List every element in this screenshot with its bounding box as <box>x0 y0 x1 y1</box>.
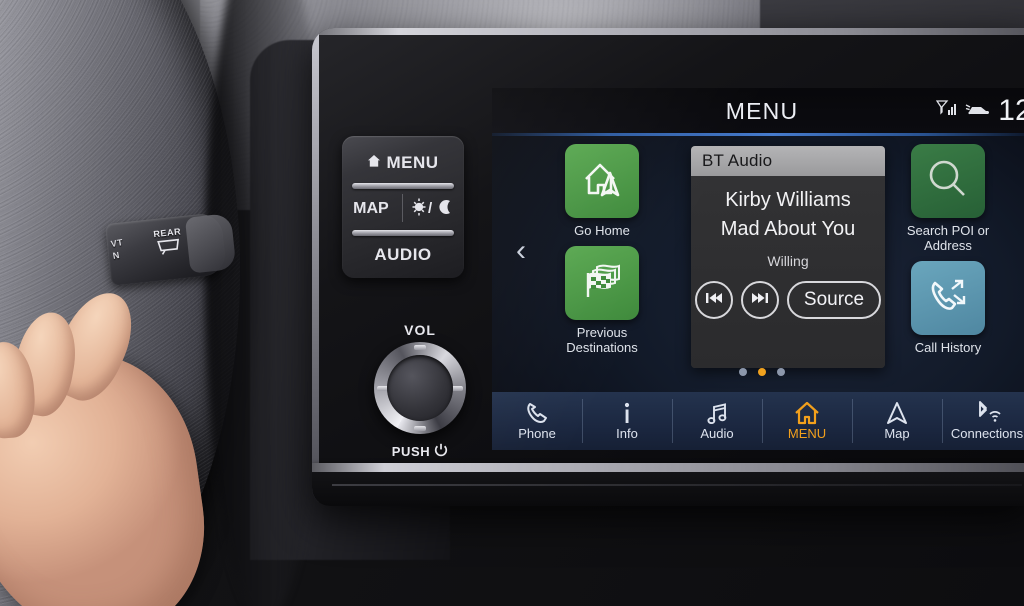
source-button[interactable]: Source <box>786 281 882 319</box>
nav-item-map[interactable]: Map <box>852 392 942 450</box>
media-controls: Source <box>694 281 882 319</box>
search-poi-line2: Address <box>924 238 972 253</box>
nav-label-menu: MENU <box>787 426 827 441</box>
power-push-label-row[interactable]: PUSH <box>370 443 470 460</box>
tile-go-home[interactable]: Go Home <box>550 144 654 238</box>
go-home-tile-surface <box>565 144 639 218</box>
map-hardkey[interactable]: MAP <box>353 200 389 218</box>
phone-icon <box>525 401 549 425</box>
navigation-arrow-icon <box>885 401 909 425</box>
call-history-icon <box>924 273 972 324</box>
tile-previous-destinations[interactable]: Previous Destinations <box>550 246 654 355</box>
search-poi-tile-surface <box>911 144 985 218</box>
call-history-tile-surface <box>911 261 985 335</box>
hardkey-divider <box>402 194 403 222</box>
previous-track-button[interactable] <box>694 281 733 319</box>
popup-title: BT Audio <box>702 151 773 170</box>
tile-column-left: Go Home Previous Destinations <box>550 144 654 363</box>
rear-wiper-button[interactable]: REAR <box>143 225 194 262</box>
status-indicators: 12: <box>936 94 1024 128</box>
now-playing-artist: Kirby Williams <box>725 189 851 211</box>
search-poi-label: Search POI or Address <box>896 223 1000 253</box>
search-poi-line1: Search POI or <box>906 223 990 238</box>
music-note-icon <box>705 401 729 425</box>
nav-item-info[interactable]: Info <box>582 392 672 450</box>
info-icon <box>620 401 634 425</box>
knob-notch-bottom <box>414 426 426 431</box>
chevron-left-icon[interactable]: ‹ <box>516 236 526 266</box>
previous-destinations-tile-surface <box>565 246 639 320</box>
car-interior-scene: VT N REAR MENU MAP / AUDIO VOL PUSH MENU… <box>0 0 1024 606</box>
menu-hardkey[interactable]: MENU <box>342 144 464 182</box>
map-daynight-hardkey-row: MAP / <box>342 190 464 228</box>
chrome-trim-left <box>312 28 319 506</box>
now-playing-track: Mad About You <box>720 218 856 240</box>
nav-item-menu[interactable]: MENU <box>762 392 852 450</box>
nav-item-phone[interactable]: Phone <box>492 392 582 450</box>
home-icon <box>367 153 381 173</box>
lower-console-panel <box>312 472 1024 506</box>
popup-body: Kirby Williams Mad About You Willing Sou… <box>691 176 885 368</box>
status-bar: MENU 12 <box>492 88 1024 133</box>
page-indicator <box>492 368 1024 376</box>
svg-text:/: / <box>428 200 433 217</box>
audio-hardkey[interactable]: AUDIO <box>342 238 464 272</box>
clock: 12: <box>998 94 1024 127</box>
page-dot-3[interactable] <box>777 368 785 376</box>
push-label: PUSH <box>391 444 431 459</box>
nav-label-phone: Phone <box>518 426 556 441</box>
chrome-trim-top <box>312 28 1024 35</box>
vehicle-icon <box>965 100 991 123</box>
nav-label-info: Info <box>616 426 638 441</box>
previous-destinations-label: Previous Destinations <box>550 325 654 355</box>
sun-moon-icon[interactable]: / <box>411 197 453 222</box>
menu-hardkey-label: MENU <box>386 153 439 172</box>
go-home-label: Go Home <box>574 223 630 238</box>
skip-forward-icon <box>750 291 770 309</box>
tile-call-history[interactable]: Call History <box>896 261 1000 355</box>
bottom-nav-bar: Phone Info Audio MENU Map Connections <box>492 392 1024 450</box>
nav-item-connections[interactable]: Connections <box>942 392 1024 450</box>
bt-audio-popup[interactable]: BT Audio Kirby Williams Mad About You Wi… <box>691 146 885 368</box>
power-icon <box>434 443 448 460</box>
magnifier-icon <box>925 156 971 207</box>
popup-title-bar: BT Audio <box>691 146 885 176</box>
nav-label-connections: Connections <box>950 426 1024 441</box>
tile-search-poi[interactable]: Search POI or Address <box>896 144 1000 253</box>
volume-knob[interactable] <box>374 342 466 434</box>
audio-hardkey-label: AUDIO <box>374 245 432 264</box>
volume-control: VOL PUSH <box>370 322 470 462</box>
home-navigation-icon <box>578 157 626 206</box>
knob-notch-top <box>414 345 426 350</box>
prev-dest-line1: Previous <box>576 325 628 340</box>
page-dot-1[interactable] <box>739 368 747 376</box>
page-dot-2-active[interactable] <box>758 368 766 376</box>
driver-hand <box>0 281 250 606</box>
volume-knob-face[interactable] <box>387 355 453 421</box>
console-seam <box>332 484 1022 486</box>
status-bar-underline <box>492 133 1024 136</box>
cellular-signal-icon <box>936 99 958 124</box>
next-track-button[interactable] <box>740 281 779 319</box>
now-playing-album: Willing <box>767 253 809 269</box>
hardkey-separator-bar-1 <box>352 183 454 189</box>
display-bezel: MENU 12 ‹ Go Home Previous Destinations … <box>492 88 1024 450</box>
hardkey-separator-bar-2 <box>352 230 454 236</box>
infotainment-screen[interactable]: MENU 12 ‹ Go Home Previous Destinations … <box>492 88 1024 450</box>
prev-dest-line2: Destinations <box>566 340 638 355</box>
skip-back-icon <box>704 291 724 309</box>
nav-label-map: Map <box>884 426 910 441</box>
wiper-stalk-control[interactable]: VT N REAR <box>105 212 237 286</box>
tile-column-right: Search POI or Address Call History <box>896 144 1000 363</box>
call-history-label: Call History <box>914 340 982 355</box>
chrome-trim-bottom <box>312 463 1024 472</box>
volume-label: VOL <box>404 322 436 338</box>
nav-label-audio: Audio <box>700 426 734 441</box>
home-icon <box>794 401 820 425</box>
checkered-flags-icon <box>577 259 627 308</box>
hardkey-cluster: MENU MAP / AUDIO <box>342 136 464 278</box>
nav-item-audio[interactable]: Audio <box>672 392 762 450</box>
bluetooth-wifi-icon <box>972 401 1002 425</box>
